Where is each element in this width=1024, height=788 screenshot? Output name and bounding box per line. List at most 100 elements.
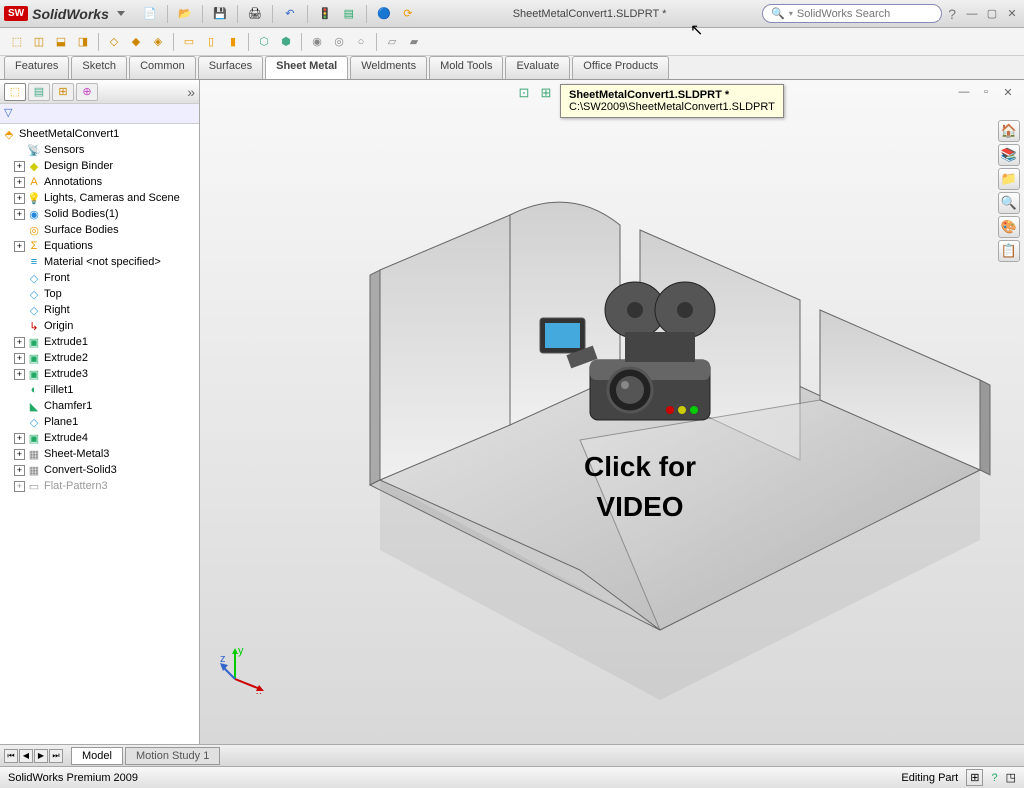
print-icon[interactable]: 🖨 xyxy=(246,5,264,23)
fm-dimxpert-tab[interactable]: ⊕ xyxy=(76,83,98,101)
expand-icon[interactable]: + xyxy=(14,241,25,252)
status-help-icon[interactable]: ? xyxy=(991,772,997,784)
tree-item[interactable]: +▣Extrude2 xyxy=(0,350,199,366)
tool-icon[interactable]: ⬢ xyxy=(277,33,295,51)
design-library-icon[interactable]: 📚 xyxy=(998,144,1020,166)
tree-item[interactable]: ◣Chamfer1 xyxy=(0,398,199,414)
tool-icon[interactable]: ▮ xyxy=(224,33,242,51)
tree-item[interactable]: +▦Convert-Solid3 xyxy=(0,462,199,478)
command-tab-office-products[interactable]: Office Products xyxy=(572,56,669,79)
appearance-icon[interactable]: 🔵 xyxy=(375,5,393,23)
traffic-light-icon[interactable]: 🚦 xyxy=(316,5,334,23)
tool-icon[interactable]: ▰ xyxy=(405,33,423,51)
command-tab-mold-tools[interactable]: Mold Tools xyxy=(429,56,503,79)
expand-icon[interactable]: + xyxy=(14,337,25,348)
tree-item[interactable]: +ΣEquations xyxy=(0,238,199,254)
tree-item[interactable]: +▦Sheet-Metal3 xyxy=(0,446,199,462)
appearances-icon[interactable]: 🎨 xyxy=(998,216,1020,238)
status-rebuild-icon[interactable]: ◳ xyxy=(1006,771,1016,784)
command-tab-surfaces[interactable]: Surfaces xyxy=(198,56,263,79)
tree-item[interactable]: 📡Sensors xyxy=(0,142,199,158)
expand-icon[interactable]: + xyxy=(14,449,25,460)
tool-icon[interactable]: ◉ xyxy=(308,33,326,51)
command-tab-features[interactable]: Features xyxy=(4,56,69,79)
resources-icon[interactable]: 🏠 xyxy=(998,120,1020,142)
search-box[interactable]: 🔍 ▾ xyxy=(762,4,942,23)
custom-props-icon[interactable]: 📋 xyxy=(998,240,1020,262)
doc-close-button[interactable]: ✕ xyxy=(1000,84,1016,100)
tree-item[interactable]: +💡Lights, Cameras and Scene xyxy=(0,190,199,206)
tool-icon[interactable]: ▱ xyxy=(383,33,401,51)
tree-item[interactable]: ↳Origin xyxy=(0,318,199,334)
tab-nav-first[interactable]: ⏮ xyxy=(4,749,18,763)
command-tab-evaluate[interactable]: Evaluate xyxy=(505,56,570,79)
new-icon[interactable]: 📄 xyxy=(141,5,159,23)
open-icon[interactable]: 📂 xyxy=(176,5,194,23)
tree-item[interactable]: +▣Extrude1 xyxy=(0,334,199,350)
tool-icon[interactable]: ◆ xyxy=(127,33,145,51)
video-overlay[interactable]: Click for VIDEO xyxy=(530,270,750,523)
tab-nav-last[interactable]: ⏭ xyxy=(49,749,63,763)
command-tab-sheet-metal[interactable]: Sheet Metal xyxy=(265,56,348,79)
tool-icon[interactable]: ▭ xyxy=(180,33,198,51)
tool-icon[interactable]: ◫ xyxy=(30,33,48,51)
expand-icon[interactable]: + xyxy=(14,177,25,188)
rebuild-icon[interactable]: ⟳ xyxy=(399,5,417,23)
undo-icon[interactable]: ↶ xyxy=(281,5,299,23)
tree-item[interactable]: +◆Design Binder xyxy=(0,158,199,174)
expand-icon[interactable]: + xyxy=(14,161,25,172)
status-unit-icon[interactable]: ⊞ xyxy=(966,769,983,786)
tool-icon[interactable]: ◇ xyxy=(105,33,123,51)
tree-item[interactable]: ◐Fillet1 xyxy=(0,382,199,398)
tool-icon[interactable]: ◎ xyxy=(330,33,348,51)
tree-item[interactable]: +AAnnotations xyxy=(0,174,199,190)
expand-icon[interactable]: + xyxy=(14,369,25,380)
expand-icon[interactable]: + xyxy=(14,193,25,204)
tab-nav-prev[interactable]: ◀ xyxy=(19,749,33,763)
app-menu-dropdown-icon[interactable] xyxy=(117,11,125,16)
file-explorer-icon[interactable]: 📁 xyxy=(998,168,1020,190)
feature-filter[interactable]: ▽ xyxy=(0,104,199,124)
fm-property-tab[interactable]: ▤ xyxy=(28,83,50,101)
expand-icon[interactable]: + xyxy=(14,481,25,492)
fm-expand-icon[interactable]: » xyxy=(187,84,195,100)
doc-restore-button[interactable]: ▫ xyxy=(978,84,994,100)
tree-root[interactable]: ⬘ SheetMetalConvert1 xyxy=(0,126,199,142)
save-icon[interactable]: 💾 xyxy=(211,5,229,23)
minimize-button[interactable]: — xyxy=(964,6,980,22)
zoom-fit-icon[interactable]: ⊡ xyxy=(515,84,533,102)
expand-icon[interactable]: + xyxy=(14,433,25,444)
tree-item[interactable]: ◇Plane1 xyxy=(0,414,199,430)
tool-icon[interactable]: ⬚ xyxy=(8,33,26,51)
doc-minimize-button[interactable]: — xyxy=(956,84,972,100)
graphics-viewport[interactable]: ⊡ ⊞ ↶ ⊘ ▿ ▿ ▿ ▿ ▿ — ▫ ✕ SheetMetalConver… xyxy=(200,80,1024,744)
tool-icon[interactable]: ⬓ xyxy=(52,33,70,51)
model-tab[interactable]: Model xyxy=(71,747,123,765)
tool-icon[interactable]: ◨ xyxy=(74,33,92,51)
expand-icon[interactable]: + xyxy=(14,209,25,220)
help-icon[interactable]: ? xyxy=(948,6,956,22)
tab-nav-next[interactable]: ▶ xyxy=(34,749,48,763)
options-icon[interactable]: ▤ xyxy=(340,5,358,23)
tree-item[interactable]: +▭Flat-Pattern3 xyxy=(0,478,199,494)
close-button[interactable]: ✕ xyxy=(1004,6,1020,22)
command-tab-sketch[interactable]: Sketch xyxy=(71,56,127,79)
zoom-area-icon[interactable]: ⊞ xyxy=(537,84,555,102)
fm-config-tab[interactable]: ⊞ xyxy=(52,83,74,101)
tool-icon[interactable]: ◈ xyxy=(149,33,167,51)
tree-item[interactable]: +◉Solid Bodies(1) xyxy=(0,206,199,222)
tree-item[interactable]: ◇Right xyxy=(0,302,199,318)
tool-icon[interactable]: ○ xyxy=(352,33,370,51)
fm-tree-tab[interactable]: ⬚ xyxy=(4,83,26,101)
expand-icon[interactable]: + xyxy=(14,465,25,476)
maximize-button[interactable]: ▢ xyxy=(984,6,1000,22)
tool-icon[interactable]: ⬡ xyxy=(255,33,273,51)
tree-item[interactable]: ◎Surface Bodies xyxy=(0,222,199,238)
motion-study-tab[interactable]: Motion Study 1 xyxy=(125,747,220,765)
tool-icon[interactable]: ▯ xyxy=(202,33,220,51)
tree-item[interactable]: ◇Front xyxy=(0,270,199,286)
command-tab-common[interactable]: Common xyxy=(129,56,196,79)
expand-icon[interactable]: + xyxy=(14,353,25,364)
search-input[interactable] xyxy=(797,8,939,20)
tree-item[interactable]: ◇Top xyxy=(0,286,199,302)
